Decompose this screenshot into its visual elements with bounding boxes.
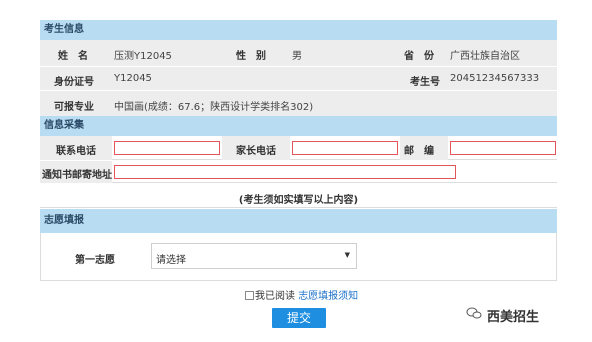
- section-header-info-collection: 信息采集: [40, 116, 557, 136]
- major-label: 可报专业: [54, 102, 94, 113]
- exam-number-label: 考生号: [410, 77, 440, 88]
- first-wish-select[interactable]: 请选择 ▼: [151, 243, 357, 269]
- fill-notice: (考生须如实填写以上内容): [238, 195, 359, 206]
- dropdown-arrow-icon: ▼: [344, 251, 350, 259]
- wechat-icon: [466, 307, 482, 319]
- exam-number-value: 20451234567333: [450, 73, 540, 84]
- name-value: 压测Y12045: [114, 51, 172, 62]
- province-label: 省 份: [404, 51, 434, 62]
- address-input[interactable]: [114, 165, 456, 179]
- wish-guide-link[interactable]: 志愿填报须知: [298, 291, 358, 302]
- info-row-3: 可报专业 中国画(成绩：67.6；陕西设计学类排名302): [40, 90, 557, 116]
- application-form: 考生信息 姓 名 压测Y12045 性 别 男 省 份 广西壮族自治区 身份证号…: [40, 20, 557, 332]
- address-row: 通知书邮寄地址: [40, 161, 557, 183]
- section-header-wish: 志愿填报: [40, 209, 557, 233]
- phone-label: 联系电话: [56, 146, 96, 157]
- wish-row: 第一志愿 请选择 ▼: [40, 233, 557, 281]
- notice-row: (考生须如实填写以上内容): [40, 184, 557, 208]
- agree-text: 我已阅读: [255, 291, 295, 302]
- parent-phone-label: 家长电话: [236, 146, 276, 157]
- section-header-student-info: 考生信息: [40, 20, 557, 40]
- watermark-text: 西美招生: [487, 310, 540, 325]
- major-value: 中国画(成绩：67.6；陕西设计学类排名302): [114, 102, 314, 113]
- first-wish-select-value: 请选择: [156, 255, 186, 266]
- phone-input[interactable]: [114, 141, 220, 155]
- province-value: 广西壮族自治区: [450, 51, 520, 62]
- agree-checkbox[interactable]: [245, 291, 254, 300]
- submit-button[interactable]: 提交: [272, 308, 326, 328]
- parent-phone-input[interactable]: [292, 141, 398, 155]
- id-number-value: Y12045: [114, 73, 152, 84]
- name-label: 姓 名: [58, 51, 88, 62]
- contact-row: 联系电话 家长电话 邮 编: [40, 136, 557, 160]
- first-wish-label: 第一志愿: [75, 255, 115, 266]
- agree-row: 我已阅读 志愿填报须知: [40, 282, 557, 304]
- address-label: 通知书邮寄地址: [42, 170, 112, 181]
- gender-value: 男: [292, 51, 302, 62]
- zip-label: 邮 编: [404, 146, 434, 157]
- info-row-2: 身份证号 Y12045 考生号 20451234567333: [40, 66, 557, 90]
- gender-label: 性 别: [236, 51, 266, 62]
- zip-input[interactable]: [450, 141, 556, 155]
- id-number-label: 身份证号: [54, 77, 94, 88]
- info-row-1: 姓 名 压测Y12045 性 别 男 省 份 广西壮族自治区: [40, 40, 557, 66]
